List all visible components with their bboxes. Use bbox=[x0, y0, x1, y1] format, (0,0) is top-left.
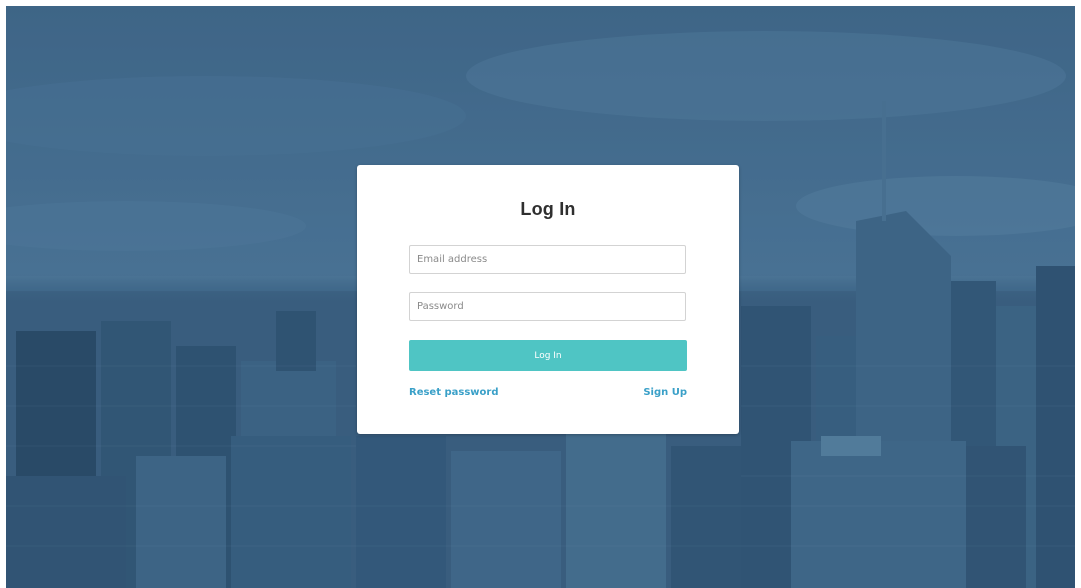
password-input[interactable] bbox=[409, 292, 686, 321]
reset-password-link[interactable]: Reset password bbox=[409, 387, 499, 398]
sign-up-link[interactable]: Sign Up bbox=[643, 387, 687, 398]
login-button[interactable]: Log In bbox=[409, 340, 687, 371]
login-title: Log In bbox=[520, 199, 576, 219]
email-input[interactable] bbox=[409, 245, 686, 274]
login-card: Log In Log In Reset password Sign Up bbox=[357, 165, 739, 434]
page-background: Log In Log In Reset password Sign Up bbox=[6, 6, 1075, 588]
